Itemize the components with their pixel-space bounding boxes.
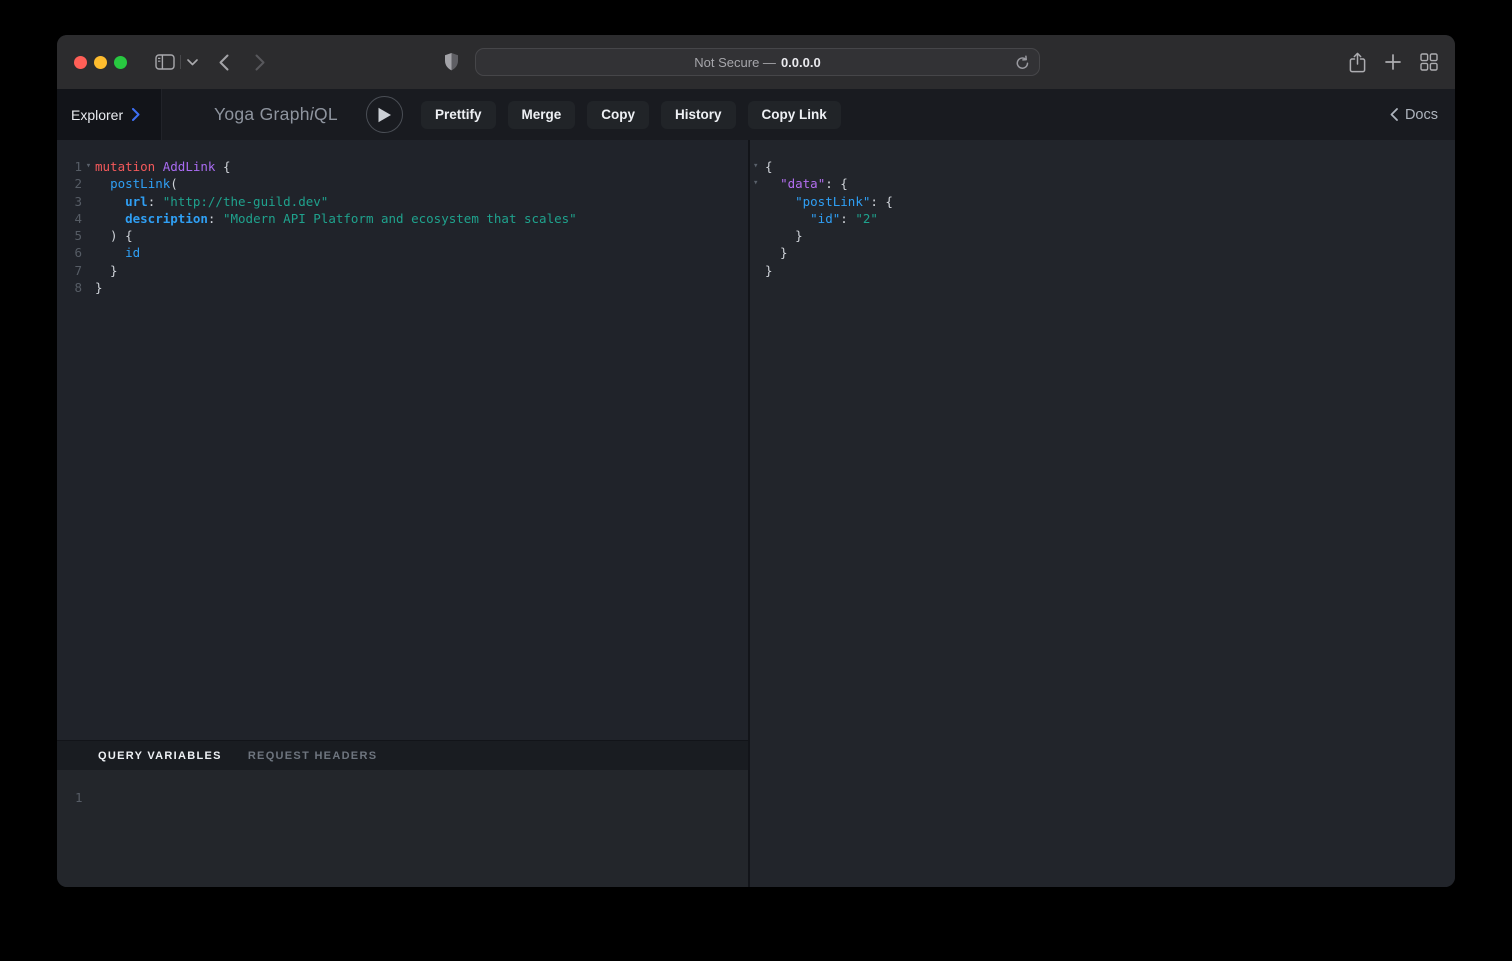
code-text: } (765, 244, 788, 261)
code-line[interactable]: 3 url: "http://the-guild.dev" (57, 193, 748, 210)
query-code: 1▾mutation AddLink {2 postLink(3 url: "h… (57, 140, 748, 296)
tab-query-variables[interactable]: QUERY VARIABLES (98, 750, 222, 762)
chevron-left-icon (1390, 108, 1398, 121)
code-line[interactable]: 5 ) { (57, 227, 748, 244)
code-text: postLink( (95, 175, 178, 192)
security-label: Not Secure — (694, 55, 776, 70)
code-text: } (765, 227, 803, 244)
left-column: 1▾mutation AddLink {2 postLink(3 url: "h… (57, 140, 748, 887)
docs-toggle[interactable]: Docs (1390, 89, 1438, 140)
browser-window: Not Secure — 0.0.0.0 (57, 35, 1455, 887)
code-text: url: "http://the-guild.dev" (95, 193, 328, 210)
code-line[interactable]: ▾ "data": { (750, 175, 1455, 192)
fold-arrow-icon[interactable]: ▾ (82, 158, 95, 175)
browser-chrome: Not Secure — 0.0.0.0 (57, 35, 1455, 89)
zoom-window-button[interactable] (114, 56, 127, 69)
line-number: 3 (57, 193, 82, 210)
app-logo: Yoga GraphiQL (214, 104, 338, 125)
code-line[interactable]: 2 postLink( (57, 175, 748, 192)
code-text: description: "Modern API Platform and ec… (95, 210, 577, 227)
fold-gutter (82, 227, 95, 244)
code-text: id (95, 244, 140, 261)
tab-request-headers[interactable]: REQUEST HEADERS (248, 750, 378, 762)
copy-link-button[interactable]: Copy Link (748, 101, 841, 129)
fold-gutter (82, 193, 95, 210)
reload-icon[interactable] (1015, 55, 1030, 71)
line-number: 1 (57, 158, 82, 175)
code-line[interactable]: 8} (57, 279, 748, 296)
line-number: 6 (57, 244, 82, 261)
address-bar[interactable]: Not Secure — 0.0.0.0 (475, 48, 1040, 76)
code-line[interactable]: 6 id (57, 244, 748, 261)
variables-line-number: 1 (75, 790, 83, 805)
explorer-toggle[interactable]: Explorer (57, 89, 162, 140)
fold-gutter (750, 193, 765, 210)
traffic-lights (74, 56, 127, 69)
toolbar-buttons: Prettify Merge Copy History Copy Link (421, 101, 841, 129)
code-line[interactable]: 1▾mutation AddLink { (57, 158, 748, 175)
line-number: 2 (57, 175, 82, 192)
sidebar-toggle-icon[interactable] (152, 35, 178, 89)
merge-button[interactable]: Merge (508, 101, 576, 129)
code-text: "data": { (765, 175, 848, 192)
fold-gutter (82, 262, 95, 279)
code-text: } (95, 262, 118, 279)
response-code: ▾{▾ "data": { "postLink": { "id": "2" } … (750, 140, 1455, 279)
code-text: ) { (95, 227, 133, 244)
fold-gutter (82, 175, 95, 192)
graphiql-toolbar: Explorer Yoga GraphiQL Prettify Merge Co… (57, 89, 1455, 140)
code-line[interactable]: "postLink": { (750, 193, 1455, 210)
copy-button[interactable]: Copy (587, 101, 649, 129)
code-text: { (765, 158, 773, 175)
execute-query-button[interactable] (366, 96, 403, 133)
history-button[interactable]: History (661, 101, 736, 129)
tab-overview-icon[interactable] (1416, 35, 1442, 89)
query-editor[interactable]: 1▾mutation AddLink {2 postLink(3 url: "h… (57, 140, 748, 740)
share-icon[interactable] (1345, 35, 1369, 89)
privacy-shield-icon[interactable] (439, 35, 463, 89)
url-host: 0.0.0.0 (781, 55, 821, 70)
line-number: 7 (57, 262, 82, 279)
code-line[interactable]: } (750, 227, 1455, 244)
code-line[interactable]: "id": "2" (750, 210, 1455, 227)
close-window-button[interactable] (74, 56, 87, 69)
code-line[interactable]: ▾{ (750, 158, 1455, 175)
new-tab-icon[interactable] (1381, 35, 1405, 89)
code-text: "id": "2" (765, 210, 878, 227)
code-line[interactable]: } (750, 262, 1455, 279)
play-icon (377, 107, 392, 123)
chevron-right-icon (132, 108, 140, 121)
line-number: 5 (57, 227, 82, 244)
fold-arrow-icon[interactable]: ▾ (750, 175, 765, 192)
code-line[interactable]: 4 description: "Modern API Platform and … (57, 210, 748, 227)
main-area: 1▾mutation AddLink {2 postLink(3 url: "h… (57, 140, 1455, 887)
code-text: } (765, 262, 773, 279)
fold-gutter (82, 279, 95, 296)
code-line[interactable]: } (750, 244, 1455, 261)
line-number: 4 (57, 210, 82, 227)
sidebar-chevron-down-icon[interactable] (183, 35, 201, 89)
code-text: mutation AddLink { (95, 158, 231, 175)
fold-gutter (750, 227, 765, 244)
forward-button-icon[interactable] (249, 35, 271, 89)
fold-gutter (750, 262, 765, 279)
explorer-label: Explorer (71, 107, 123, 123)
response-viewer: ▾{▾ "data": { "postLink": { "id": "2" } … (750, 140, 1455, 887)
docs-label: Docs (1405, 107, 1438, 123)
fold-gutter (750, 244, 765, 261)
query-variables-editor[interactable]: 1 (57, 770, 748, 887)
code-text: } (95, 279, 103, 296)
back-button-icon[interactable] (213, 35, 235, 89)
line-number: 8 (57, 279, 82, 296)
fold-gutter (82, 210, 95, 227)
fold-arrow-icon[interactable]: ▾ (750, 158, 765, 175)
code-text: "postLink": { (765, 193, 893, 210)
fold-gutter (750, 210, 765, 227)
code-line[interactable]: 7 } (57, 262, 748, 279)
fold-gutter (82, 244, 95, 261)
minimize-window-button[interactable] (94, 56, 107, 69)
variables-tabbar: QUERY VARIABLES REQUEST HEADERS (57, 740, 748, 770)
chrome-separator (180, 55, 181, 69)
prettify-button[interactable]: Prettify (421, 101, 496, 129)
